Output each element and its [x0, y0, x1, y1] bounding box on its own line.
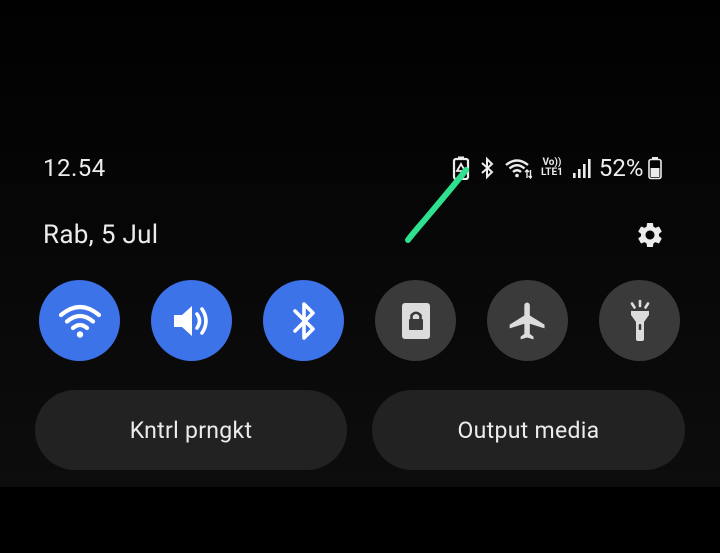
- flashlight-toggle[interactable]: [599, 280, 680, 361]
- status-time: 12.54: [43, 154, 106, 182]
- flashlight-icon: [630, 299, 649, 341]
- lock-icon: [401, 302, 430, 339]
- gear-icon: [638, 223, 662, 247]
- battery-percent: 52%: [598, 154, 644, 182]
- signal-icon: [572, 159, 591, 178]
- bluetooth-toggle[interactable]: [263, 280, 344, 361]
- lock-toggle[interactable]: [375, 280, 456, 361]
- date-label: Rab, 5 Jul: [43, 220, 159, 250]
- volte-lte-icon: Vo)) LTE1: [541, 158, 563, 178]
- airplane-mode-toggle[interactable]: [487, 280, 568, 361]
- settings-button[interactable]: [633, 218, 667, 252]
- quick-panel: 12.54 Vo)) LTE1 52% Rab, 5 Jul Kntrl prn…: [0, 0, 720, 487]
- battery-icon: [648, 157, 663, 180]
- device-control-label: Kntrl prngkt: [129, 416, 253, 444]
- status-icons: Vo)) LTE1 52%: [452, 154, 663, 182]
- quick-settings-tiles: [0, 280, 720, 362]
- device-control-button[interactable]: Kntrl prngkt: [35, 390, 347, 470]
- wifi-icon: [505, 159, 532, 179]
- sound-toggle[interactable]: [151, 280, 232, 361]
- lte-label: LTE1: [541, 167, 563, 178]
- media-output-label: Output media: [457, 416, 600, 444]
- battery-saver-icon: [452, 156, 470, 180]
- wifi-toggle[interactable]: [39, 280, 120, 361]
- media-output-button[interactable]: Output media: [372, 390, 685, 470]
- speaker-icon: [173, 305, 208, 336]
- bluetooth-icon: [292, 301, 315, 340]
- airplane-icon: [509, 302, 544, 339]
- wifi-icon: [58, 304, 101, 338]
- bluetooth-icon: [481, 156, 494, 180]
